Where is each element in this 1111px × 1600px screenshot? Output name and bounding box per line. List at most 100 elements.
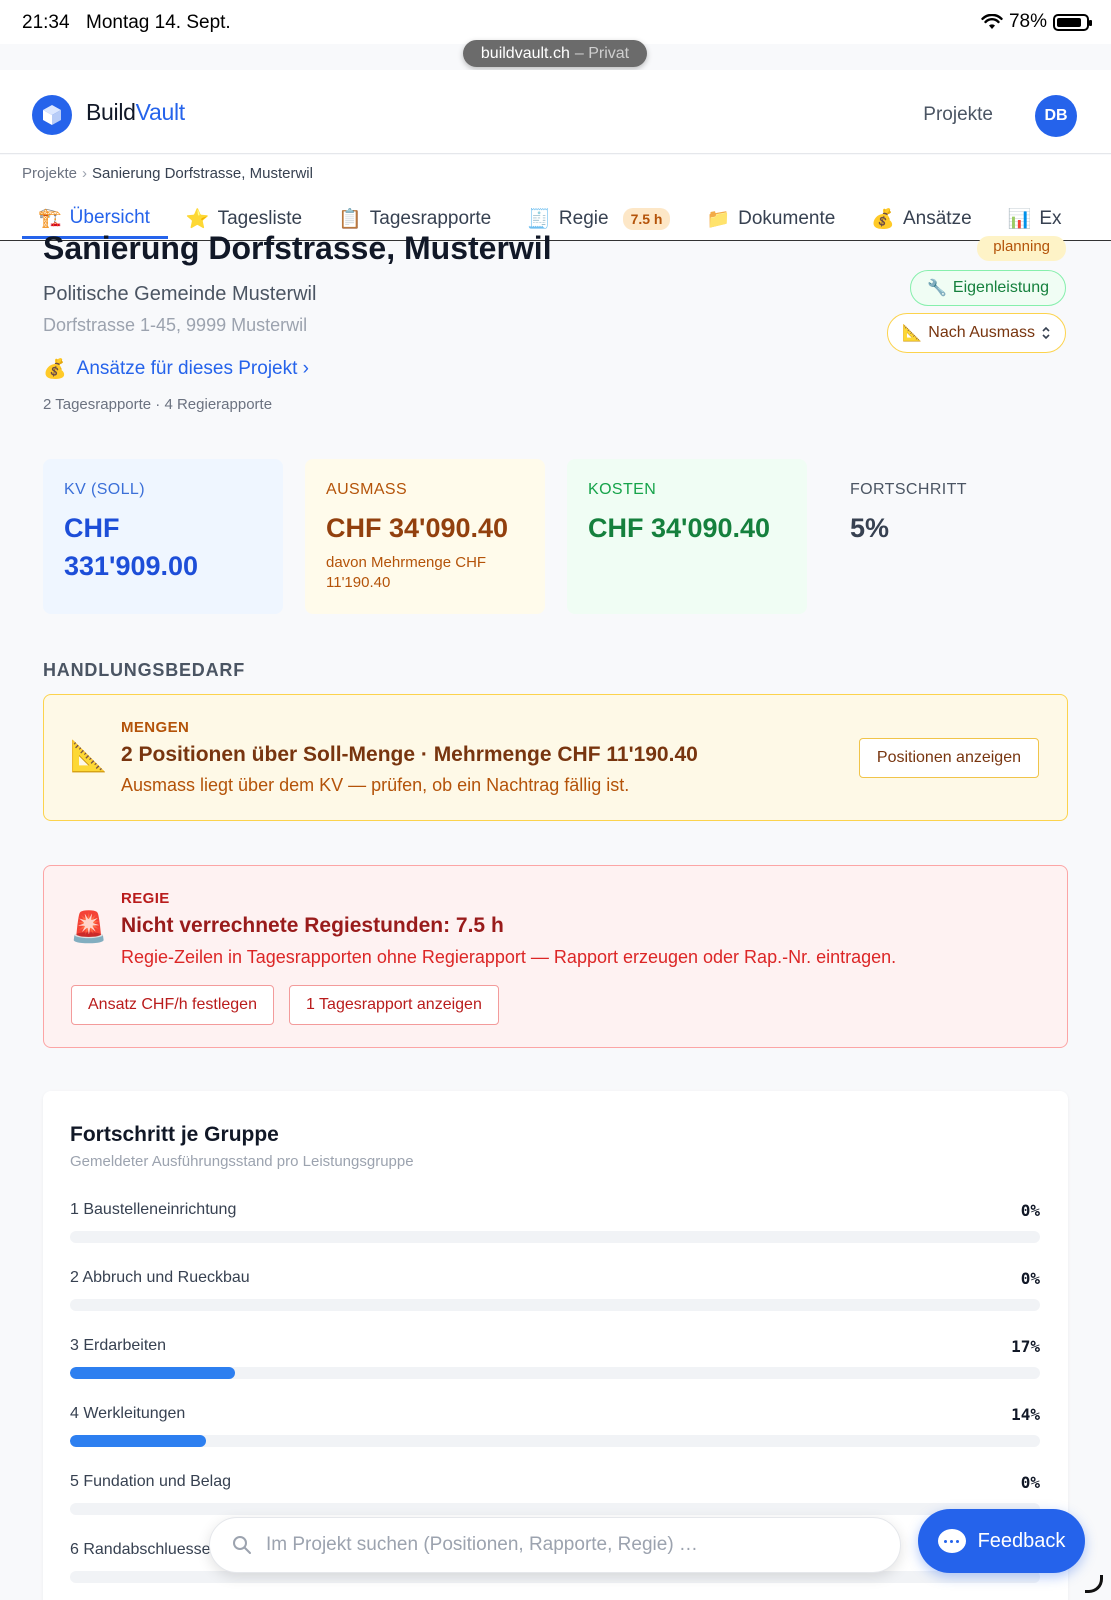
tab-dokumente[interactable]: 📁 Dokumente — [688, 199, 853, 239]
alert-title: 2 Positionen über Soll-Menge · Mehrmenge… — [121, 743, 698, 766]
tab-label: Tagesrapporte — [369, 208, 492, 229]
tab-ansaetze[interactable]: 💰 Ansätze — [853, 199, 989, 239]
resize-handle-icon — [1085, 1575, 1103, 1593]
progress-row: 4 Werkleitungen 14% — [70, 1405, 1040, 1449]
kpi-subtext: davon Mehrmenge CHF 11'190.40 — [326, 554, 487, 591]
progress-group-name: 5 Fundation und Belag — [70, 1473, 232, 1490]
tab-export[interactable]: 📊 Ex — [990, 199, 1080, 239]
progress-track — [70, 1503, 1040, 1515]
ansaetze-link-label: Ansätze für dieses Projekt › — [76, 358, 309, 379]
app-header: BuildVault Projekte DB — [0, 70, 1111, 154]
kpi-value: 5% — [850, 513, 890, 543]
project-client: Politische Gemeinde Musterwil — [43, 283, 317, 305]
url-private-label: – Privat — [574, 44, 630, 62]
wifi-icon — [981, 14, 1003, 29]
progress-fill — [70, 1367, 235, 1379]
search-input[interactable] — [266, 1534, 866, 1556]
progress-fill — [70, 1435, 206, 1447]
show-positions-button[interactable]: Positionen anzeigen — [858, 738, 1039, 778]
progress-group-percent: 17% — [1011, 1337, 1040, 1356]
progress-group-name: 4 Werkleitungen — [70, 1405, 186, 1422]
breadcrumb-separator: › — [82, 165, 88, 182]
progress-track — [70, 1367, 1040, 1379]
kpi-label: KV (SOLL) — [64, 481, 145, 498]
siren-icon: 🚨 — [70, 911, 108, 944]
buildvault-logo-icon[interactable] — [32, 95, 72, 135]
regie-hours-badge: 7.5 h — [622, 208, 671, 230]
bar-chart-icon: 📊 — [1007, 209, 1032, 230]
breadcrumb-projekte[interactable]: Projekte — [22, 165, 77, 182]
ruler-icon: 📐 — [70, 740, 108, 773]
kpi-value: CHF 331'909.00 — [64, 509, 262, 585]
kpi-fortschritt: FORTSCHRITT 5% — [829, 459, 1069, 614]
progress-group-name: 2 Abbruch und Rueckbau — [70, 1269, 250, 1286]
alert-mengen: 📐 MENGEN 2 Positionen über Soll-Menge · … — [43, 694, 1068, 821]
chat-bubble-icon — [937, 1529, 966, 1553]
progress-title: Fortschritt je Gruppe — [70, 1123, 279, 1146]
kpi-value: CHF 34'090.40 — [588, 513, 771, 543]
alert-tag: MENGEN — [121, 719, 190, 736]
progress-row: 5 Fundation und Belag 0% — [70, 1473, 1040, 1517]
alert-title: Nicht verrechnete Regiestunden: 7.5 h — [121, 914, 504, 937]
status-date: Montag 14. Sept. — [86, 12, 231, 33]
construction-icon: 🏗️ — [38, 207, 62, 229]
battery-percent: 78% — [1008, 11, 1047, 32]
folder-icon: 📁 — [706, 209, 731, 230]
receipt-icon: 🧾 — [527, 209, 551, 230]
breadcrumb-current: Sanierung Dorfstrasse, Musterwil — [92, 165, 313, 182]
kpi-label: KOSTEN — [588, 481, 657, 498]
status-badge: planning — [977, 236, 1066, 261]
progress-group-percent: 0% — [1020, 1473, 1040, 1492]
kpi-kosten: KOSTEN CHF 34'090.40 — [567, 459, 807, 614]
progress-track — [70, 1231, 1040, 1243]
project-subnav: Projekte › Sanierung Dorfstrasse, Muster… — [0, 155, 1111, 241]
tab-label: Dokumente — [738, 208, 836, 229]
feedback-button[interactable]: Feedback — [918, 1509, 1085, 1573]
show-tagesrapport-button[interactable]: 1 Tagesrapport anzeigen — [289, 985, 499, 1025]
report-counts: 2 Tagesrapporte · 4 Regierapporte — [43, 396, 273, 413]
tab-label: Ansätze — [902, 208, 972, 229]
progress-group-name: 6 Randabschluesse — [70, 1541, 211, 1558]
progress-group-percent: 0% — [1020, 1269, 1040, 1288]
eigenleistung-label: Eigenleistung — [952, 279, 1049, 296]
progress-row: 2 Abbruch und Rueckbau 0% — [70, 1269, 1040, 1313]
battery-icon — [1053, 13, 1092, 31]
money-bag-icon: 💰 — [871, 209, 895, 230]
progress-subtitle: Gemeldeter Ausführungsstand pro Leistung… — [70, 1153, 414, 1170]
kpi-label: FORTSCHRITT — [850, 481, 967, 498]
alert-description: Regie-Zeilen in Tagesrapporten ohne Regi… — [121, 947, 897, 967]
wrench-icon: 🔧 — [927, 280, 947, 297]
brand-part-vault: Vault — [135, 99, 186, 125]
tab-label: Regie — [558, 208, 609, 229]
ruler-icon: 📐 — [902, 325, 923, 342]
eigenleistung-badge[interactable]: 🔧 Eigenleistung — [910, 270, 1066, 306]
billing-mode-label: Nach Ausmass — [928, 324, 1035, 341]
set-rate-button[interactable]: Ansatz CHF/h festlegen — [71, 985, 274, 1025]
project-address: Dorfstrasse 1-45, 9999 Musterwil — [43, 315, 308, 335]
breadcrumb: Projekte › Sanierung Dorfstrasse, Muster… — [22, 165, 313, 182]
kpi-value-currency: CHF — [64, 513, 120, 543]
nav-projekte-link[interactable]: Projekte — [923, 104, 993, 126]
project-search[interactable] — [209, 1517, 901, 1573]
progress-group-name: 3 Erdarbeiten — [70, 1337, 167, 1354]
project-title: Sanierung Dorfstrasse, Musterwil — [43, 230, 552, 266]
alert-description: Ausmass liegt über dem KV — prüfen, ob e… — [121, 775, 630, 795]
section-heading-handlungsbedarf: HANDLUNGSBEDARF — [43, 660, 245, 680]
ansaetze-project-link[interactable]: 💰 Ansätze für dieses Projekt › — [43, 357, 309, 381]
brand-name[interactable]: BuildVault — [86, 99, 185, 126]
money-bag-icon: 💰 — [43, 359, 67, 380]
billing-mode-select[interactable]: 📐 Nach Ausmass — [887, 313, 1066, 353]
kpi-label: AUSMASS — [326, 481, 408, 498]
url-pill[interactable]: buildvault.ch – Privat — [463, 40, 647, 67]
progress-group-percent: 14% — [1011, 1405, 1040, 1424]
chevron-updown-icon — [1042, 326, 1050, 340]
alert-regie: 🚨 REGIE Nicht verrechnete Regiestunden: … — [43, 865, 1068, 1048]
status-bar: 21:34 Montag 14. Sept. 78% — [0, 0, 1111, 44]
alert-tag: REGIE — [121, 890, 170, 907]
brand-part-build: Build — [86, 99, 136, 125]
status-time: 21:34 — [22, 12, 70, 33]
star-icon: ⭐ — [185, 209, 210, 230]
user-avatar[interactable]: DB — [1035, 95, 1077, 137]
tab-label: Tagesliste — [217, 208, 303, 229]
progress-track — [70, 1435, 1040, 1447]
